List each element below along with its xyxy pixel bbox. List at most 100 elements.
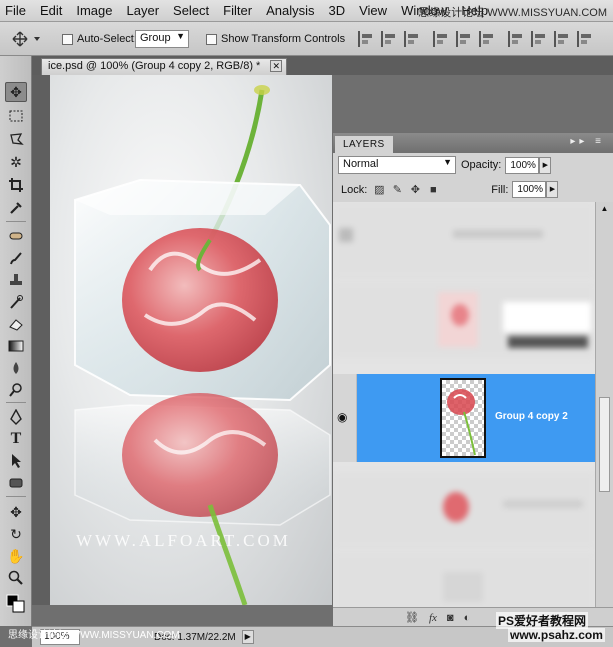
- distribute-bottom-icon[interactable]: [554, 31, 570, 47]
- layers-panel: LAYERS ▸▸ ≡ Normal ▼ Opacity: 100% ▶ Loc…: [332, 132, 613, 627]
- blur-tool-icon[interactable]: [5, 358, 27, 378]
- history-brush-tool-icon[interactable]: [5, 292, 27, 312]
- menu-image[interactable]: Image: [69, 3, 119, 18]
- color-swatches-icon[interactable]: [5, 594, 27, 614]
- opacity-input[interactable]: 100%: [505, 156, 540, 174]
- align-top-icon[interactable]: [358, 31, 374, 47]
- zoom-tool-icon[interactable]: [5, 568, 27, 588]
- auto-select-label: Auto-Select:: [77, 33, 137, 45]
- cherry: [122, 228, 278, 372]
- lock-transparency-icon[interactable]: ▨: [373, 184, 385, 196]
- dodge-tool-icon[interactable]: [5, 380, 27, 400]
- align-vcenter-icon[interactable]: [381, 31, 397, 47]
- type-tool-icon[interactable]: T: [5, 429, 27, 449]
- distribute-vcenter-icon[interactable]: [531, 31, 547, 47]
- opacity-slider-button[interactable]: ▶: [539, 156, 552, 174]
- crop-tool-icon[interactable]: [5, 175, 27, 195]
- layer-name[interactable]: Group 4 copy 2: [495, 411, 568, 422]
- layers-scrollbar[interactable]: ▲: [595, 202, 613, 607]
- layer-style-icon[interactable]: fx: [429, 612, 437, 624]
- layer-row-blurred[interactable]: [333, 472, 595, 548]
- layer-thumbnail: [440, 378, 486, 458]
- watermark-bottom-left: 思缘设计论坛 WWW.MISSYUAN.COM: [8, 630, 180, 641]
- lock-pixels-icon[interactable]: ✎: [391, 184, 403, 196]
- menu-3d[interactable]: 3D: [321, 3, 352, 18]
- status-menu-arrow-icon[interactable]: ▶: [241, 630, 254, 644]
- layer-row-blurred[interactable]: [333, 202, 595, 278]
- document-tab[interactable]: ice.psd @ 100% (Group 4 copy 2, RGB/8) *…: [41, 58, 288, 75]
- menu-analysis[interactable]: Analysis: [259, 3, 321, 18]
- canvas-left-margin: [32, 75, 50, 605]
- distribute-left-icon[interactable]: [577, 31, 593, 47]
- close-icon[interactable]: ✕: [270, 60, 283, 72]
- chevron-down-icon: ▼: [176, 31, 185, 41]
- move-tool-icon[interactable]: ✥: [5, 82, 27, 102]
- eraser-tool-icon[interactable]: [5, 314, 27, 334]
- tools-panel: ✥ ✲ T ✥ ↻ ✋: [0, 56, 32, 626]
- eye-icon: ◉: [337, 410, 348, 424]
- move-tool-preset-icon[interactable]: [12, 22, 42, 56]
- fill-slider-button[interactable]: ▶: [546, 181, 559, 198]
- gradient-tool-icon[interactable]: [5, 336, 27, 356]
- options-bar: Auto-Select: Group ▼ Show Transform Cont…: [0, 22, 613, 56]
- menu-bar: File Edit Image Layer Select Filter Anal…: [0, 0, 613, 22]
- menu-select[interactable]: Select: [166, 3, 216, 18]
- auto-select-value: Group: [140, 32, 171, 44]
- watermark-bottom-right-title: PS爱好者教程网: [496, 612, 589, 629]
- pen-tool-icon[interactable]: [5, 407, 27, 427]
- align-right-icon[interactable]: [479, 31, 495, 47]
- align-hcenter-icon[interactable]: [456, 31, 472, 47]
- marquee-tool-icon[interactable]: [5, 106, 27, 126]
- path-selection-tool-icon[interactable]: [5, 451, 27, 471]
- canvas-credit-text: WWW.ALFOART.COM: [76, 531, 291, 550]
- layer-row-blurred[interactable]: [333, 552, 595, 607]
- clone-stamp-tool-icon[interactable]: [5, 270, 27, 290]
- auto-select-dropdown[interactable]: Group ▼: [135, 30, 189, 48]
- link-layers-icon[interactable]: ⛓: [405, 611, 419, 624]
- lock-label: Lock:: [341, 183, 368, 196]
- menu-view[interactable]: View: [352, 3, 394, 18]
- chevron-down-icon: ▼: [443, 157, 452, 167]
- shape-tool-icon[interactable]: [5, 473, 27, 493]
- scroll-up-icon[interactable]: ▲: [598, 204, 611, 216]
- menu-filter[interactable]: Filter: [216, 3, 259, 18]
- show-transform-label: Show Transform Controls: [221, 33, 346, 45]
- auto-select-checkbox[interactable]: [62, 33, 73, 45]
- quick-selection-tool-icon[interactable]: ✲: [5, 152, 27, 172]
- add-mask-icon[interactable]: ◙: [447, 612, 454, 624]
- layers-scroll-thumb[interactable]: [599, 397, 610, 492]
- align-left-icon[interactable]: [433, 31, 449, 47]
- menu-edit[interactable]: Edit: [33, 3, 69, 18]
- lock-all-icon[interactable]: ■: [427, 184, 439, 196]
- lasso-tool-icon[interactable]: [5, 129, 27, 149]
- show-transform-checkbox[interactable]: [206, 33, 217, 45]
- align-bottom-icon[interactable]: [404, 31, 420, 47]
- eyedropper-tool-icon[interactable]: [5, 198, 27, 218]
- 3d-orbit-tool-icon[interactable]: ↻: [5, 524, 27, 544]
- lock-position-icon[interactable]: ✥: [409, 184, 421, 196]
- menu-layer[interactable]: Layer: [120, 3, 167, 18]
- menu-file[interactable]: File: [0, 3, 33, 18]
- distribute-top-icon[interactable]: [508, 31, 524, 47]
- blend-mode-dropdown[interactable]: Normal ▼: [338, 156, 456, 174]
- healing-brush-tool-icon[interactable]: [5, 226, 27, 246]
- fill-label: Fill:: [491, 183, 509, 196]
- document-tab-strip: ice.psd @ 100% (Group 4 copy 2, RGB/8) *…: [32, 56, 613, 75]
- fill-input[interactable]: 100%: [512, 181, 547, 198]
- brush-tool-icon[interactable]: [5, 248, 27, 268]
- panel-menu-icon[interactable]: ▸▸ ≡: [570, 136, 605, 147]
- watermark-bottom-right-url: www.psahz.com: [508, 628, 605, 642]
- opacity-label: Opacity:: [461, 159, 502, 171]
- canvas-artwork: [74, 85, 331, 605]
- document-canvas[interactable]: WWW.ALFOART.COM: [50, 75, 332, 605]
- hand-tool-icon[interactable]: ✋: [5, 546, 27, 566]
- layer-row-blurred[interactable]: [333, 282, 595, 358]
- layer-visibility-toggle[interactable]: ◉: [333, 374, 357, 462]
- document-tab-title: ice.psd @ 100% (Group 4 copy 2, RGB/8) *: [48, 60, 261, 72]
- layer-row-selected[interactable]: Group 4 copy 2: [357, 374, 595, 462]
- watermark-top: 思缘设计论坛 WWW.MISSYUAN.COM: [418, 7, 607, 19]
- 3d-rotate-tool-icon[interactable]: ✥: [5, 502, 27, 522]
- layers-tab[interactable]: LAYERS: [335, 136, 393, 153]
- layers-panel-header: LAYERS ▸▸ ≡: [333, 133, 613, 153]
- adjustment-layer-icon[interactable]: ◐: [464, 612, 471, 624]
